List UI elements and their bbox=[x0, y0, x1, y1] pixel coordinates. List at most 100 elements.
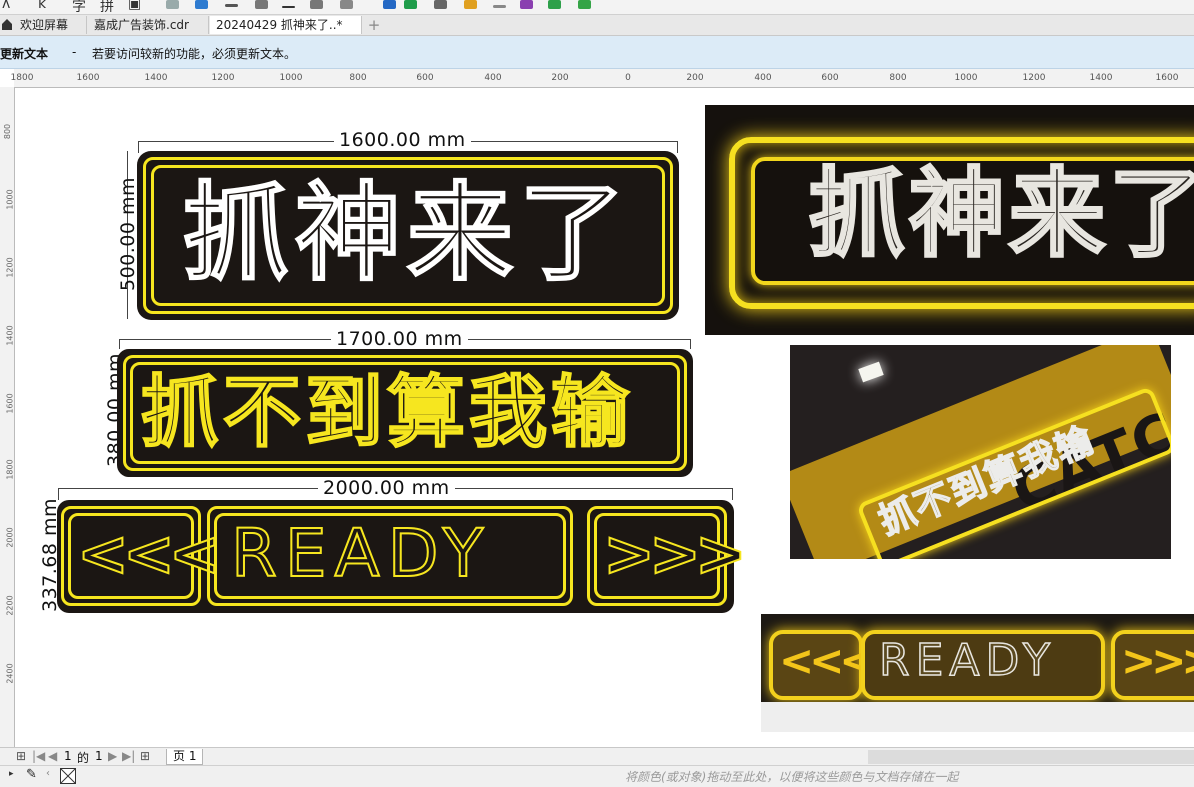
notice-separator: - bbox=[72, 45, 77, 59]
home-icon[interactable] bbox=[1, 18, 13, 31]
tool-icon[interactable]: 拼 bbox=[100, 0, 114, 14]
toolbar-icon[interactable] bbox=[493, 5, 506, 8]
dimension-line bbox=[732, 488, 733, 500]
tool-icon[interactable]: 字 bbox=[72, 0, 86, 14]
ruler-tick: 0 bbox=[625, 73, 631, 83]
dimension-line bbox=[119, 339, 120, 349]
width-dimension-label: 1700.00 mm bbox=[331, 328, 468, 350]
horizontal-scrollbar[interactable] bbox=[790, 747, 1194, 766]
ruler-tick: 600 bbox=[416, 73, 434, 83]
ruler-tick: 200 bbox=[551, 73, 569, 83]
toolbar-icon[interactable] bbox=[166, 0, 179, 9]
next-page-button[interactable]: ▶ bbox=[108, 749, 117, 763]
drawing-canvas[interactable]: 1600.00 mm 500.00 mm 抓神来了 1700.00 mm 380… bbox=[15, 88, 1194, 746]
neon-sign-zhuashenlaile[interactable]: 抓神来了 bbox=[137, 151, 679, 320]
ruler-tick: 1200 bbox=[211, 73, 235, 83]
sign-arrows-right: >>> bbox=[602, 516, 748, 591]
reference-photo-1[interactable]: 抓神来了 bbox=[705, 105, 1194, 335]
toolbar-icon[interactable] bbox=[225, 4, 238, 7]
ruler-tick: 1600 bbox=[5, 393, 15, 414]
ruler-tick: 1000 bbox=[954, 73, 978, 83]
palette-drop-hint: 将颜色(或对象)拖动至此处，以便将这些颜色与文档存储在一起 bbox=[625, 770, 959, 784]
photo-lamp bbox=[858, 361, 884, 383]
toolbar: ʌ k 字 拼 ▣ bbox=[0, 0, 1194, 15]
last-page-button[interactable]: ▶| bbox=[122, 749, 135, 763]
reference-photo-3[interactable]: <<< READY >>> bbox=[761, 614, 1194, 732]
ruler-tick: 1400 bbox=[5, 325, 15, 346]
width-dimension-label: 2000.00 mm bbox=[318, 477, 455, 499]
ruler-tick: 1400 bbox=[144, 73, 168, 83]
toolbar-icon[interactable] bbox=[434, 0, 447, 9]
ruler-tick: 800 bbox=[3, 123, 13, 140]
notice-title: 更新文本 bbox=[0, 47, 49, 61]
tool-icon[interactable]: k bbox=[38, 0, 46, 12]
notice-message: 若要访问较新的功能，必须更新文本。 bbox=[92, 47, 297, 61]
ruler-tick: 1400 bbox=[1089, 73, 1113, 83]
ruler-tick: 400 bbox=[754, 73, 772, 83]
toolbar-icon[interactable] bbox=[548, 0, 561, 9]
page-navigator: ⊞ |◀ ◀ 1 的 1 ▶ ▶| ⊞ 页 1 ‹ bbox=[0, 747, 795, 766]
width-dimension-label: 1600.00 mm bbox=[334, 129, 471, 151]
toolbar-icon[interactable] bbox=[195, 0, 208, 9]
tab-label: 欢迎屏幕 bbox=[20, 18, 69, 32]
sign-text: READY bbox=[230, 514, 492, 593]
tab-active-document[interactable]: 20240429 抓神来了..* bbox=[210, 16, 362, 34]
dimension-line bbox=[138, 141, 139, 153]
neon-sign-zhuabudao[interactable]: 抓不到算我输 bbox=[117, 349, 693, 477]
no-color-swatch-icon[interactable] bbox=[60, 768, 76, 784]
toolbar-icon[interactable] bbox=[310, 0, 323, 9]
tool-icon[interactable]: ʌ bbox=[2, 0, 10, 12]
toolbar-icon[interactable] bbox=[464, 0, 477, 9]
tool-icon[interactable]: ▣ bbox=[128, 0, 141, 12]
ruler-tick: 1800 bbox=[10, 73, 34, 83]
update-notice-bar: 更新文本 - 若要访问较新的功能，必须更新文本。 bbox=[0, 36, 1194, 69]
toolbar-icon[interactable] bbox=[578, 0, 591, 9]
first-page-button[interactable]: |◀ bbox=[32, 749, 45, 763]
ruler-tick: 1600 bbox=[1155, 73, 1179, 83]
toolbar-icon[interactable] bbox=[404, 0, 417, 9]
ruler-tick: 2000 bbox=[5, 527, 15, 548]
photo-bottom-strip bbox=[761, 702, 1194, 732]
ruler-tick: 800 bbox=[349, 73, 367, 83]
page-tab[interactable]: 页 1 bbox=[166, 749, 204, 765]
ruler-tick: 1200 bbox=[5, 257, 15, 278]
photo-sign-text: 抓神来了 bbox=[808, 157, 1194, 272]
tab-jiacheng-file[interactable]: 嘉成广告装饰.cdr bbox=[88, 16, 209, 34]
sign-text: 抓不到算我输 bbox=[140, 367, 634, 459]
ruler-tick: 1200 bbox=[1022, 73, 1046, 83]
vertical-ruler[interactable]: 800 1000 1200 1400 1600 1800 2000 2200 2… bbox=[0, 87, 15, 747]
photo-arrows-left: <<< bbox=[779, 636, 875, 685]
dimension-line bbox=[677, 141, 678, 153]
toolbar-icon[interactable] bbox=[383, 0, 396, 9]
first-page-icon[interactable]: ⊞ bbox=[16, 749, 26, 763]
scrollbar-thumb[interactable] bbox=[868, 750, 1194, 764]
toolbar-icon[interactable] bbox=[282, 6, 295, 8]
page-total: 1 bbox=[95, 749, 103, 763]
neon-sign-ready[interactable]: <<< READY >>> bbox=[57, 500, 748, 613]
dimension-line bbox=[690, 339, 691, 349]
tab-welcome[interactable]: 欢迎屏幕 bbox=[14, 16, 87, 34]
ruler-tick: 2200 bbox=[5, 595, 15, 616]
prev-page-button[interactable]: ◀ bbox=[48, 749, 57, 763]
toolbar-icon[interactable] bbox=[255, 0, 268, 9]
sign-text: 抓神来了 bbox=[182, 171, 631, 296]
ruler-tick: 1600 bbox=[76, 73, 100, 83]
toolbar-icon[interactable] bbox=[520, 0, 533, 9]
expand-arrow-icon[interactable]: ▸ bbox=[9, 769, 14, 779]
height-dimension-label: 500.00 mm bbox=[117, 176, 140, 292]
ruler-tick: 600 bbox=[821, 73, 839, 83]
ruler-tick: 800 bbox=[889, 73, 907, 83]
reference-photo-2[interactable]: CATCHIN 抓不到算我输 bbox=[790, 345, 1171, 559]
eyedropper-icon[interactable]: ✎ bbox=[26, 767, 37, 782]
toolbar-icon[interactable] bbox=[340, 0, 353, 9]
page-current: 1 bbox=[64, 749, 72, 763]
add-tab-button[interactable]: + bbox=[364, 17, 384, 33]
horizontal-ruler[interactable]: 1800 1600 1400 1200 1000 800 600 400 200… bbox=[10, 69, 1194, 88]
ruler-tick: 2400 bbox=[5, 663, 15, 684]
photo-sign-text: READY bbox=[878, 634, 1056, 687]
palette-scroll-icon[interactable]: ‹ bbox=[46, 768, 50, 779]
add-page-icon[interactable]: ⊞ bbox=[140, 749, 150, 763]
ruler-tick: 200 bbox=[686, 73, 704, 83]
page-of-label: 的 bbox=[77, 751, 90, 765]
ruler-tick: 1000 bbox=[5, 189, 15, 210]
